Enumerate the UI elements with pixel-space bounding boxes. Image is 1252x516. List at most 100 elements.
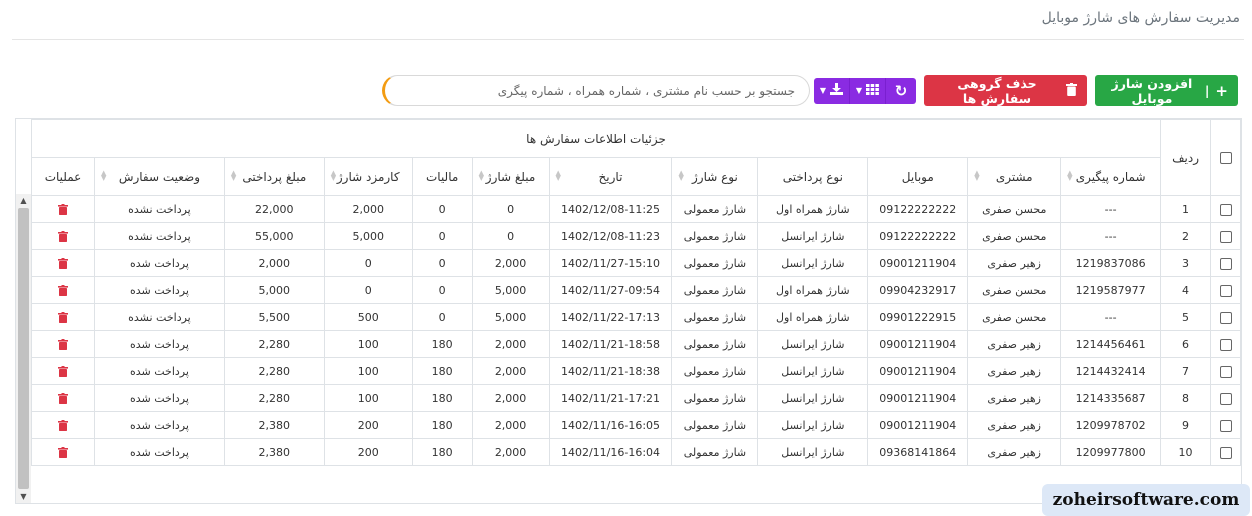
orders-table-body: 1 --- محسن صفری 09122222222 شارژ همراه اول شا… [30,195,1241,466]
add-mobile-charge-button[interactable]: + | افزودن شارژ موبایل [1095,75,1238,106]
row-number: 3 [1160,249,1212,277]
cell-tracking: --- [1060,195,1162,223]
delete-row-icon[interactable] [58,365,69,378]
row-select-cell [1210,330,1241,358]
vertical-scrollbar[interactable]: ▲ ▼ [16,194,31,503]
scroll-down-arrow-icon[interactable]: ▼ [16,490,31,503]
cell-charge-type: شارژ معمولی [671,276,759,304]
refresh-button[interactable]: ↻ [886,77,916,104]
status-badge: پرداخت شده [94,249,225,277]
cell-payment-amount: 2,380 [223,438,325,466]
delete-row-icon[interactable] [58,203,69,216]
cell-fee: 2,000 [323,195,413,223]
header-status[interactable]: وضعیت سفارش ▲ ▼ [94,157,225,196]
table-row: 5 --- محسن صفری 09901222915 شارژ همراه اول شا… [30,303,1241,331]
scroll-up-arrow-icon[interactable]: ▲ [16,194,31,207]
header-fee[interactable]: کارمزد شارژ ▲ ▼ [323,157,413,196]
group-delete-button[interactable]: حذف گروهی سفارش ها [924,75,1087,106]
cell-payment-type: شارژ همراه اول [757,195,869,223]
status-badge: پرداخت شده [94,438,225,466]
cell-charge-amount: 2,000 [471,357,550,385]
cell-charge-amount: 2,000 [471,411,550,439]
cell-payment-type: شارژ ایرانسل [757,411,869,439]
header-payment-amount[interactable]: مبلغ پرداختی ▲ ▼ [223,157,325,196]
title-divider [12,39,1244,40]
header-charge-type[interactable]: نوع شارژ ▲ ▼ [671,157,759,196]
header-tracking[interactable]: شماره پیگیری ▲ ▼ [1060,157,1162,196]
row-number: 5 [1160,303,1212,331]
table-tools-group: ↻ ▼ ▼ [814,77,916,104]
delete-row-icon[interactable] [58,338,69,351]
cell-customer: زهیر صفری [967,330,1062,358]
cell-fee: 200 [323,411,413,439]
table-row: 2 --- محسن صفری 09122222222 شارژ ایرانسل شارژ… [30,222,1241,250]
search-input[interactable] [382,75,810,106]
cell-fee: 5,000 [323,222,413,250]
header-payment-amount-label: مبلغ پرداختی [242,169,307,184]
status-badge: پرداخت شده [94,330,225,358]
cell-date: 1402/11/22-17:13 [548,303,673,331]
cell-mobile: 09368141864 [867,438,969,466]
row-select-cell [1210,411,1241,439]
cell-date: 1402/11/21-18:38 [548,357,673,385]
header-actions: عملیات [30,157,96,196]
cell-customer: محسن صفری [967,195,1062,223]
row-checkbox[interactable] [1219,257,1232,270]
cell-charge-amount: 0 [471,222,550,250]
table-row: 4 1219587977 محسن صفری 09904232917 شارژ همرا… [30,276,1241,304]
sort-icon: ▲ ▼ [555,169,561,182]
delete-row-icon[interactable] [58,284,69,297]
cell-date: 1402/11/21-17:21 [548,384,673,412]
row-checkbox[interactable] [1219,203,1232,216]
header-payment-type: نوع پرداختی [757,157,869,196]
row-checkbox[interactable] [1219,446,1232,459]
download-button[interactable]: ▼ [814,77,850,104]
row-checkbox[interactable] [1219,230,1232,243]
delete-row-icon[interactable] [58,392,69,405]
header-charge-amount[interactable]: مبلغ شارژ ▲ ▼ [471,157,550,196]
delete-row-icon[interactable] [58,311,69,324]
select-all-cell [1210,119,1241,196]
cell-tax: 0 [411,195,473,223]
table-row: 7 1214432414 زهیر صفری 09001211904 شارژ ایرا… [30,357,1241,385]
cell-payment-type: شارژ ایرانسل [757,222,869,250]
cell-payment-amount: 2,280 [223,330,325,358]
delete-row-icon[interactable] [58,446,69,459]
cell-fee: 0 [323,249,413,277]
columns-toggle-button[interactable]: ▼ [850,77,886,104]
row-checkbox[interactable] [1219,338,1232,351]
row-number: 10 [1160,438,1212,466]
header-tracking-label: شماره پیگیری [1075,169,1146,184]
cell-tax: 180 [411,330,473,358]
delete-row-icon[interactable] [58,230,69,243]
table-row: 10 1209977800 زهیر صفری 09368141864 شارژ ایر… [30,438,1241,466]
cell-charge-amount: 2,000 [471,384,550,412]
header-charge-amount-label: مبلغ شارژ [485,169,536,184]
status-badge: پرداخت شده [94,384,225,412]
cell-charge-type: شارژ معمولی [671,357,759,385]
row-checkbox[interactable] [1219,311,1232,324]
row-checkbox[interactable] [1219,419,1232,432]
orders-table: ردیف جزئیات اطلاعات سفارش ها شماره پیگیر… [30,119,1241,466]
cell-date: 1402/11/16-16:05 [548,411,673,439]
scrollbar-thumb[interactable] [18,208,29,489]
delete-row-icon[interactable] [58,419,69,432]
delete-row-icon[interactable] [58,257,69,270]
download-icon [830,83,844,98]
cell-payment-type: شارژ ایرانسل [757,330,869,358]
header-date[interactable]: تاریخ ▲ ▼ [548,157,673,196]
watermark-logo: zoheirsoftware.com [1042,484,1250,516]
select-all-checkbox[interactable] [1219,152,1232,164]
row-select-cell [1210,303,1241,331]
table-row: 6 1214456461 زهیر صفری 09001211904 شارژ ایرا… [30,330,1241,358]
row-checkbox[interactable] [1219,392,1232,405]
cell-fee: 100 [323,330,413,358]
cell-charge-type: شارژ معمولی [671,384,759,412]
cell-tracking: 1219837086 [1060,249,1162,277]
cell-payment-type: شارژ همراه اول [757,303,869,331]
status-badge: پرداخت شده [94,411,225,439]
cell-tracking: 1214335687 [1060,384,1162,412]
row-checkbox[interactable] [1219,284,1232,297]
header-customer[interactable]: مشتری ▲ ▼ [967,157,1062,196]
row-checkbox[interactable] [1219,365,1232,378]
